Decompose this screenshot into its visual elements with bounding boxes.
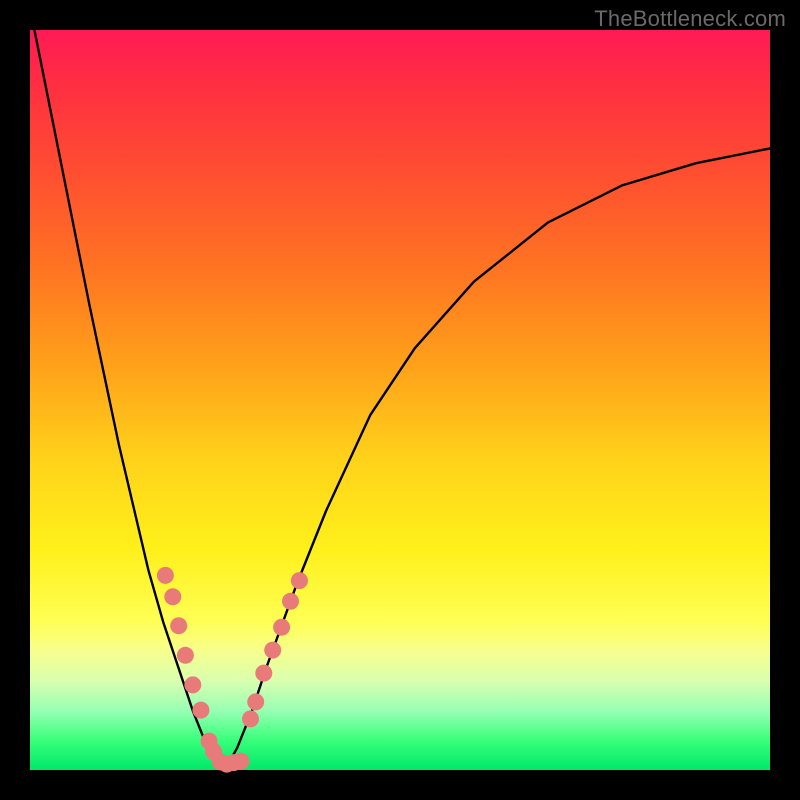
data-marker xyxy=(242,710,259,727)
plot-area xyxy=(30,30,770,770)
data-marker xyxy=(247,693,264,710)
data-marker xyxy=(170,617,187,634)
data-marker xyxy=(282,593,299,610)
data-marker xyxy=(255,665,272,682)
data-marker xyxy=(184,676,201,693)
data-marker xyxy=(264,642,281,659)
data-marker xyxy=(177,647,194,664)
watermark-text: TheBottleneck.com xyxy=(594,6,786,32)
bottleneck-curve xyxy=(30,8,770,767)
data-marker xyxy=(291,572,308,589)
data-marker xyxy=(164,588,181,605)
data-marker xyxy=(157,567,174,584)
data-marker xyxy=(192,702,209,719)
curve-svg xyxy=(30,30,770,770)
data-marker xyxy=(232,753,249,770)
chart-frame: TheBottleneck.com xyxy=(0,0,800,800)
data-marker xyxy=(273,619,290,636)
